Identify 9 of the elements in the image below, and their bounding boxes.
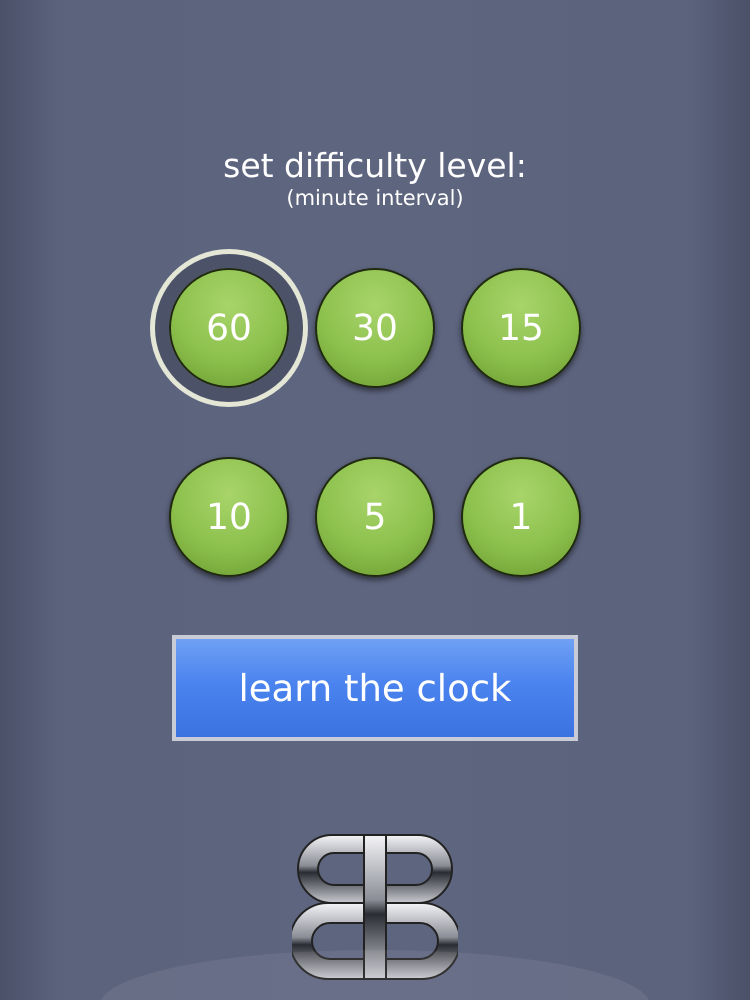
level-button[interactable]: 15 <box>461 268 581 388</box>
level-button[interactable]: 1 <box>461 457 581 577</box>
subheading: (minute interval) <box>286 186 464 210</box>
level-button[interactable]: 5 <box>315 457 435 577</box>
heading: set difficulty level: <box>223 146 527 186</box>
level-button[interactable]: 30 <box>315 268 435 388</box>
level-button[interactable]: 10 <box>169 457 289 577</box>
logo-icon <box>292 831 458 983</box>
learn-button[interactable]: learn the clock <box>172 635 578 741</box>
